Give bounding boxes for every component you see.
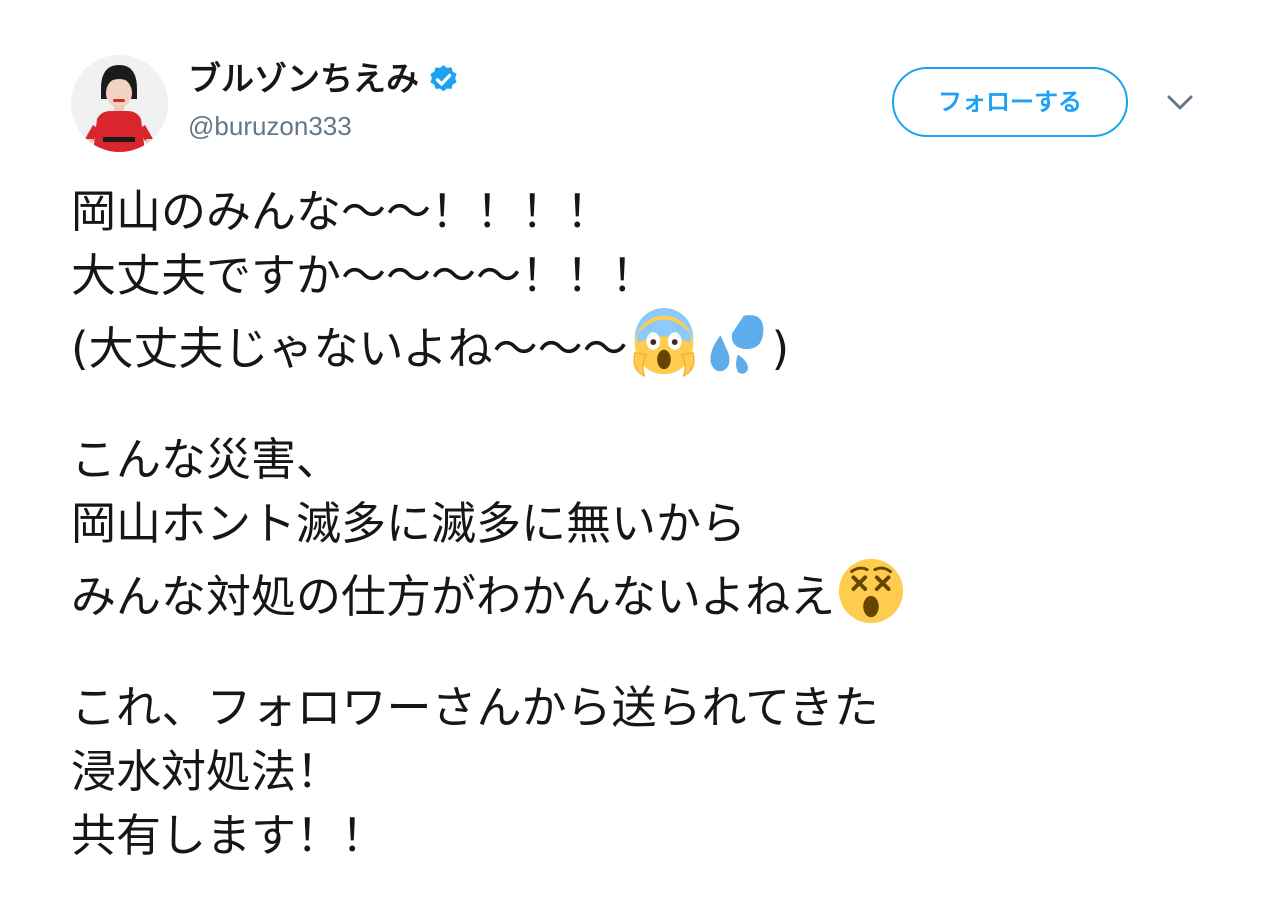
avatar[interactable] bbox=[71, 55, 168, 152]
tweet-line-text: (大丈夫じゃないよね〜〜〜 bbox=[71, 322, 628, 375]
tweet-line: 共有します！！ bbox=[71, 809, 387, 862]
tweet-line-text: みんな対処の仕方がわかんないよねえ bbox=[71, 570, 836, 623]
tweet-line: 大丈夫ですか〜〜〜〜！！！ bbox=[71, 249, 657, 302]
sweat-droplets-icon bbox=[701, 308, 771, 378]
tweet-line: こんな災害、 bbox=[71, 433, 342, 486]
follow-button[interactable]: フォローする bbox=[892, 67, 1128, 137]
tweet-line-with-emoji: (大丈夫じゃないよね〜〜〜 ) bbox=[71, 308, 1231, 377]
dizzy-face-icon bbox=[836, 556, 906, 626]
paragraph-break bbox=[71, 372, 1231, 428]
tweet-line: 岡山ホント滅多に滅多に無いから bbox=[71, 497, 747, 550]
tweet-text: 岡山のみんな〜〜！！！！ 大丈夫ですか〜〜〜〜！！！ (大丈夫じゃないよね〜〜〜… bbox=[71, 180, 1231, 868]
user-handle[interactable]: @buruzon333 bbox=[188, 111, 460, 142]
verified-badge-icon bbox=[427, 63, 460, 96]
tweet-line: 岡山のみんな〜〜！！！！ bbox=[71, 185, 612, 238]
user-info: ブルゾンちえみ @buruzon333 bbox=[188, 59, 460, 142]
tweet-header: ブルゾンちえみ @buruzon333 フォローする bbox=[71, 55, 1211, 155]
tweet-line: これ、フォロワーさんから送られてきた bbox=[71, 681, 879, 734]
tweet-line-with-emoji: みんな対処の仕方がわかんないよねえ bbox=[71, 556, 1231, 624]
tweet-line-text: ) bbox=[771, 322, 790, 375]
tweet-line: 浸水対処法！ bbox=[71, 745, 342, 798]
display-name[interactable]: ブルゾンちえみ bbox=[188, 59, 419, 99]
paragraph-break bbox=[71, 620, 1231, 676]
chevron-down-icon[interactable] bbox=[1165, 91, 1195, 115]
face-screaming-in-fear-icon bbox=[629, 308, 699, 378]
